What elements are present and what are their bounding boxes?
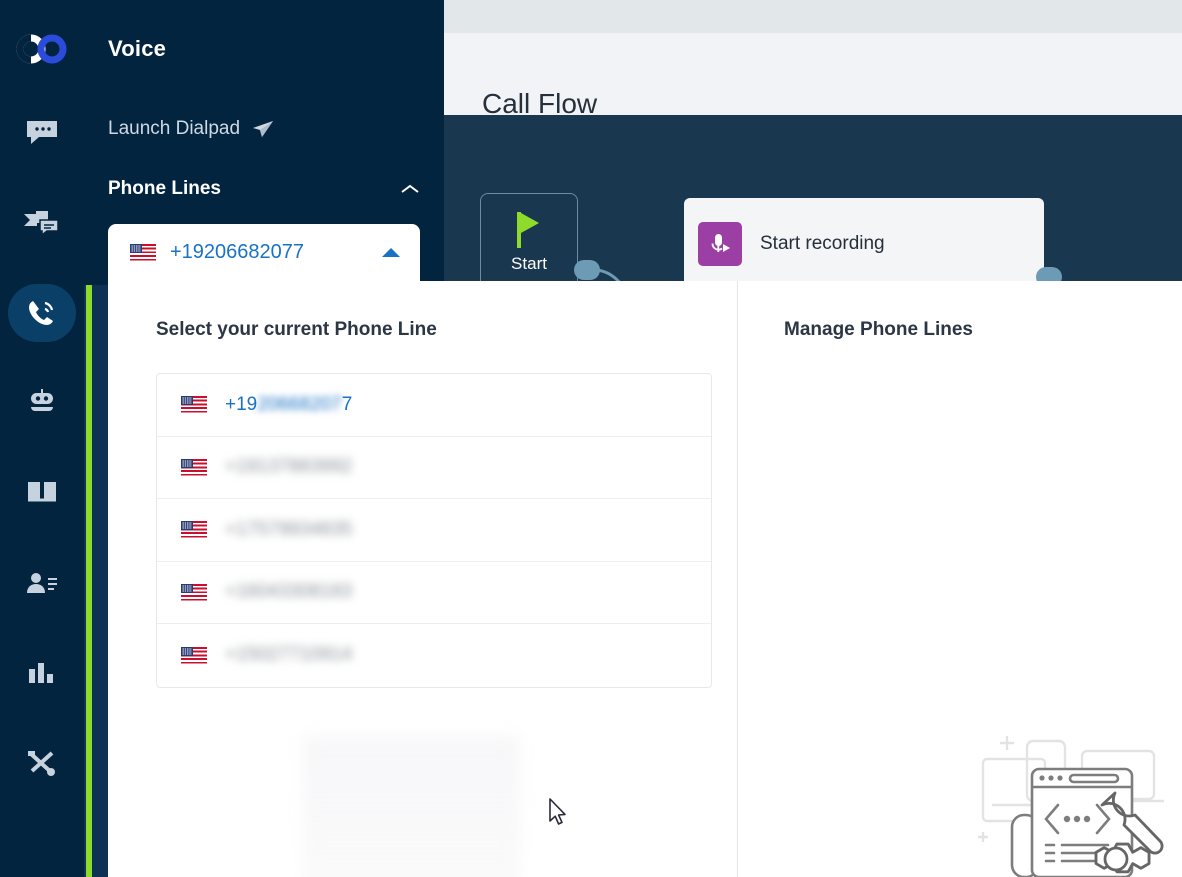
icon-rail — [0, 0, 84, 877]
phone-number-value: +19206682077 — [225, 393, 353, 415]
chevron-up-icon — [401, 184, 419, 193]
green-flag-icon — [517, 212, 539, 248]
us-flag-icon — [181, 458, 207, 476]
sidebar-item-tools[interactable] — [0, 734, 84, 792]
list-item[interactable]: +16043308183 — [157, 562, 711, 624]
us-flag-icon — [181, 521, 207, 539]
sidebar-item-voice[interactable] — [0, 284, 84, 342]
sidebar-item-analytics[interactable] — [0, 644, 84, 702]
list-item[interactable]: +17579934835 — [157, 499, 711, 562]
caret-up-icon — [382, 248, 400, 257]
phone-line-dropdown-panel: Select your current Phone Line +19206682… — [108, 281, 1182, 877]
us-flag-icon — [181, 646, 207, 664]
launch-dialpad-label: Launch Dialpad — [108, 118, 241, 139]
sidebar-item-contacts[interactable] — [0, 554, 84, 612]
redaction-blur-overlay — [303, 736, 520, 877]
top-gray-strip — [444, 0, 1182, 33]
app-logo[interactable] — [0, 26, 84, 72]
selected-phone-number: +19206682077 — [170, 241, 305, 263]
bot-icon — [31, 389, 53, 411]
select-line-heading: Select your current Phone Line — [156, 319, 437, 340]
launch-dialpad-link[interactable]: Launch Dialpad — [108, 118, 274, 140]
voice-call-icon — [29, 301, 54, 325]
sidebar-item-bot[interactable] — [0, 373, 84, 431]
list-item[interactable]: +19137883992 — [157, 437, 711, 499]
start-node-label: Start — [511, 254, 547, 273]
tools-icon — [28, 751, 55, 776]
infinity-logo-icon — [16, 34, 67, 64]
app-root: Call Flow Start Start recording Voice La… — [0, 0, 1182, 877]
phone-number-value: +17579934835 — [225, 518, 353, 540]
phone-line-list: +19206682077 +19137883992 +17579934835 +… — [156, 373, 712, 688]
list-item[interactable]: +19206682077 — [157, 374, 711, 437]
start-node-output-port[interactable] — [574, 260, 600, 280]
chat-icon — [27, 121, 57, 144]
analytics-bar-icon — [29, 663, 53, 683]
manage-lines-heading: Manage Phone Lines — [784, 319, 973, 340]
devices-settings-illustration — [970, 729, 1180, 877]
start-node[interactable]: Start — [480, 193, 578, 291]
phone-line-select-trigger[interactable]: +19206682077 — [108, 224, 420, 281]
us-flag-icon — [181, 583, 207, 601]
start-recording-label: Start recording — [760, 233, 885, 254]
phone-number-value: +19137883992 — [225, 456, 353, 478]
active-section-accent-bar — [86, 285, 92, 877]
sidebar-item-knowledge[interactable] — [0, 463, 84, 521]
start-recording-node[interactable]: Start recording — [684, 198, 1044, 290]
phone-lines-section-toggle[interactable]: Phone Lines — [108, 178, 420, 200]
sidebar-item-chat[interactable] — [0, 103, 84, 161]
mouse-pointer-icon — [548, 798, 568, 833]
us-flag-icon — [181, 396, 207, 414]
knowledge-book-icon — [28, 482, 56, 502]
microphone-record-icon — [698, 222, 742, 266]
paper-plane-icon — [253, 121, 274, 137]
sidebar-item-campaigns[interactable] — [0, 193, 84, 251]
campaigns-icon — [24, 211, 59, 236]
page-title-bar: Call Flow — [444, 33, 1182, 119]
phone-number-value: +16043308183 — [225, 581, 353, 603]
phone-lines-label: Phone Lines — [108, 178, 221, 199]
contacts-icon — [27, 573, 57, 593]
list-item[interactable]: +15027710914 — [157, 624, 711, 687]
us-flag-icon — [130, 244, 156, 261]
panel-divider — [737, 281, 738, 877]
phone-number-value: +15027710914 — [225, 644, 353, 666]
voice-panel-title: Voice — [108, 36, 167, 61]
